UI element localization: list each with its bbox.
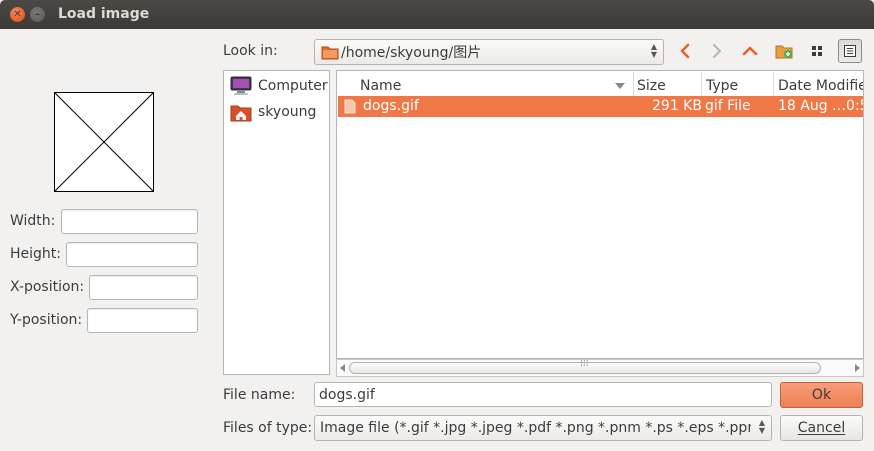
place-label: Computer [258, 78, 328, 94]
cancel-label: Cancel [797, 420, 846, 436]
file-type-combo[interactable]: Image file (*.gif *.jpg *.jpeg *.pdf *.p… [314, 415, 772, 441]
scrollbar-thumb[interactable]: ⁞⁞⁞ [349, 359, 821, 374]
chevron-left-icon [680, 43, 690, 59]
column-header-size[interactable]: Size [634, 72, 702, 99]
detail-view-button[interactable] [838, 39, 862, 63]
column-date-label: Date Modified [778, 77, 863, 94]
preview-panel: Width: Height: X-position: Y-position: [0, 29, 211, 451]
new-folder-button[interactable] [772, 39, 796, 63]
table-row[interactable]: dogs.gif 291 KB gif File 18 Aug …0:5 [338, 96, 864, 117]
cancel-button[interactable]: Cancel [780, 415, 863, 441]
x-position-label: X-position: [10, 279, 85, 295]
close-icon: ✕ [13, 8, 22, 20]
new-folder-icon [775, 45, 793, 59]
file-type-cell: gif File [705, 98, 751, 114]
computer-icon [230, 76, 252, 95]
place-item-computer[interactable]: Computer [227, 73, 328, 99]
folder-icon [321, 46, 339, 60]
file-date-cell: 18 Aug …0:5 [778, 98, 864, 114]
column-name-label: Name [360, 77, 402, 94]
chevron-right-icon [712, 43, 722, 59]
file-size-cell: 291 KB [652, 98, 702, 114]
width-label: Width: [10, 213, 56, 229]
home-folder-icon [230, 105, 252, 122]
grid-view-icon [812, 46, 822, 56]
place-label: skyoung [258, 104, 317, 120]
look-in-path: /home/skyoung/图片 [341, 45, 482, 61]
file-name-label: File name: [223, 387, 296, 403]
column-size-label: Size [637, 77, 666, 94]
forward-button[interactable] [705, 39, 729, 63]
grip-icon: ⁞⁞⁞ [580, 359, 589, 369]
minimize-icon: – [35, 8, 40, 20]
place-item-skyoung[interactable]: skyoung [227, 99, 328, 125]
back-button[interactable] [673, 39, 697, 63]
files-of-type-label: Files of type: [223, 420, 313, 436]
column-header-name[interactable]: Name [338, 72, 634, 99]
height-label: Height: [10, 246, 61, 262]
file-name-input[interactable]: dogs.gif [314, 382, 772, 407]
ok-label: Ok [811, 387, 832, 403]
parent-directory-button[interactable] [738, 39, 762, 63]
file-name-cell: dogs.gif [363, 98, 419, 114]
x-position-field[interactable] [89, 275, 198, 300]
places-sidebar: Computer skyoung [223, 70, 330, 375]
column-header-type[interactable]: Type [702, 72, 774, 99]
sort-descending-icon [615, 83, 625, 89]
height-field[interactable] [66, 242, 198, 267]
horizontal-scrollbar[interactable]: ⁞⁞⁞ [336, 359, 864, 377]
width-field[interactable] [61, 209, 198, 234]
file-type-value: Image file (*.gif *.jpg *.jpeg *.pdf *.p… [320, 420, 751, 436]
window-title: Load image [58, 6, 150, 22]
no-image-icon [54, 92, 154, 192]
look-in-combo[interactable]: /home/skyoung/图片 ▲ ▼ [314, 39, 664, 65]
y-position-field[interactable] [87, 308, 198, 333]
title-bar: ✕ – Load image [0, 0, 874, 29]
column-header-date[interactable]: Date Modified [774, 72, 863, 99]
list-view-icon [844, 45, 856, 57]
file-name-value: dogs.gif [319, 386, 375, 403]
icon-view-button[interactable] [805, 39, 829, 63]
y-position-label: Y-position: [10, 312, 83, 328]
combo-arrows-icon: ▲ ▼ [650, 42, 657, 59]
chevron-up-icon [742, 46, 758, 56]
combo-arrows-icon: ▲ ▼ [758, 418, 765, 435]
close-window-button[interactable]: ✕ [10, 7, 25, 22]
file-list: Name Size Type Date Modified dogs.gif 29… [336, 70, 864, 359]
minimize-window-button[interactable]: – [30, 7, 45, 22]
scroll-right-icon [855, 364, 860, 372]
scroll-left-icon [340, 364, 345, 372]
file-icon [344, 99, 356, 114]
column-type-label: Type [706, 77, 739, 94]
image-preview-placeholder [54, 92, 154, 192]
look-in-label: Look in: [223, 43, 278, 59]
ok-button[interactable]: Ok [780, 382, 863, 408]
